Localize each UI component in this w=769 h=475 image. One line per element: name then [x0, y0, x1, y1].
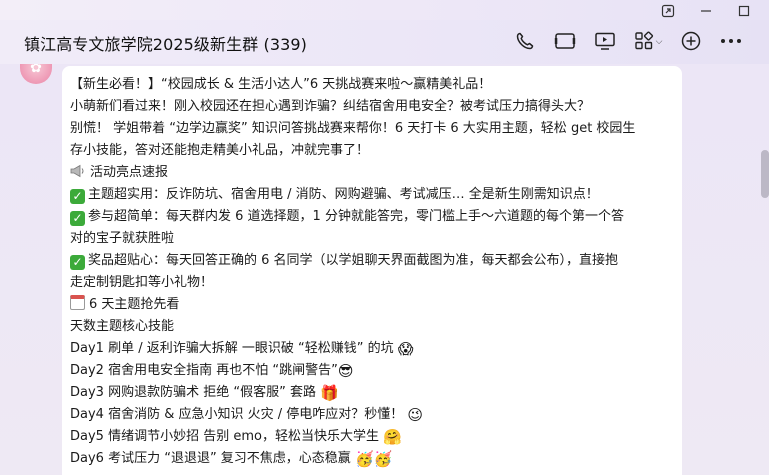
day-item: Day3 网购退款防骗术 拒绝 “假客服” 套路 🎁	[70, 382, 678, 404]
minimize-icon[interactable]	[687, 2, 725, 20]
window-titlebar	[0, 0, 769, 20]
chat-header: 镇江高专文旅学院2025级新生群 (339) ⌵	[0, 20, 769, 64]
highlight-item: ✓ 奖品超贴心：每天回答正确的 6 名同学（以学姐聊天界面截图为准，每天都会公布）…	[70, 250, 678, 272]
highlight-text: 参与超简单：每天群内发 6 道选择题，1 分钟就能答完，零门槛上手～六道题的每个…	[88, 209, 624, 224]
day-text: Day5 情绪调节小妙招 告别 emo，轻松当快乐大学生	[70, 429, 379, 444]
day-item: Day2 宿舍用电安全指南 再也不怕 “跳闸警告”😎	[70, 360, 678, 382]
check-icon: ✓	[70, 255, 85, 270]
day-item: Day6 考试压力 “退退退” 复习不焦虑，心态稳赢 🥳🥳	[70, 448, 678, 470]
add-icon[interactable]	[671, 28, 711, 54]
chat-scrollbar[interactable]	[761, 150, 769, 198]
schedule-subtitle: 天数主题核心技能	[70, 319, 175, 334]
day-item: Day1 刷单 / 返利诈骗大拆解 一眼识破 “轻松赚钱” 的坑 😱	[70, 338, 678, 360]
highlight-text: 奖品超贴心：每天回答正确的 6 名同学（以学姐聊天界面截图为准，每天都会公布），…	[88, 253, 619, 268]
check-icon: ✓	[70, 211, 85, 226]
day-text: Day3 网购退款防骗术 拒绝 “假客服” 套路	[70, 385, 316, 400]
highlight-continuation: 对的宝子就获胜啦	[70, 231, 175, 246]
gift-emoji-icon: 🎁	[320, 384, 339, 402]
day-item: Day5 情绪调节小妙招 告别 emo，轻松当快乐大学生 🤗	[70, 426, 678, 448]
day-item: Day4 宿舍消防 & 应急小知识 火灾 / 停电咋应对？秒懂！ 😉	[70, 404, 678, 426]
video-icon[interactable]	[545, 28, 585, 54]
highlight-item: ✓ 主题超实用：反诈防坑、宿舍用电 / 消防、网购避骗、考试减压… 全是新生刚需知…	[70, 184, 678, 206]
phone-icon[interactable]	[505, 28, 545, 54]
calendar-icon	[70, 295, 85, 310]
highlight-text: 主题超实用：反诈防坑、宿舍用电 / 消防、网购避骗、考试减压… 全是新生刚需知识…	[88, 187, 599, 202]
message-text: 【新生必看！】“校园成长 & 生活小达人”6 天挑战赛来啦～赢精美礼品！ 小萌新…	[70, 74, 678, 470]
window-controls	[649, 2, 763, 20]
chevron-down-icon[interactable]: ⌵	[656, 36, 663, 47]
day-text: Day2 宿舍用电安全指南 再也不怕 “跳闸警告”	[70, 363, 338, 378]
highlight-item: ✓ 参与超简单：每天群内发 6 道选择题，1 分钟就能答完，零门槛上手～六道题的每…	[70, 206, 678, 228]
header-toolbar: ⌵	[505, 28, 751, 54]
party-emoji-icon: 🥳🥳	[354, 450, 393, 468]
highlights-heading: 活动亮点速报	[70, 162, 678, 184]
screen-share-icon[interactable]	[585, 28, 625, 54]
day-text: Day6 考试压力 “退退退” 复习不焦虑，心态稳赢	[70, 451, 351, 466]
highlight-continuation: 走定制钥匙扣等小礼物！	[70, 275, 214, 290]
message-line: 存小技能，答对还能抱走精美小礼品，冲就完事了！	[70, 143, 370, 158]
message-line: 【新生必看！】“校园成长 & 生活小达人”6 天挑战赛来啦～赢精美礼品！	[70, 77, 492, 92]
sender-avatar[interactable]: ✿	[20, 64, 52, 84]
chat-area: ✿ 【新生必看！】“校园成长 & 生活小达人”6 天挑战赛来啦～赢精美礼品！ 小…	[0, 64, 769, 475]
check-icon: ✓	[70, 189, 85, 204]
message-line: 别慌！ 学姐带着 “边学边赢奖” 知识问答挑战赛来帮你！6 天打卡 6 大实用主…	[70, 121, 636, 136]
wink-emoji-icon: 😉	[407, 406, 424, 424]
hug-emoji-icon: 🤗	[383, 428, 402, 446]
sunglasses-emoji-icon: 😎	[337, 362, 354, 380]
more-icon[interactable]	[711, 28, 751, 54]
schedule-heading: 6 天主题抢先看	[70, 294, 678, 316]
maximize-icon[interactable]	[725, 2, 763, 20]
message-bubble[interactable]: 【新生必看！】“校园成长 & 生活小达人”6 天挑战赛来啦～赢精美礼品！ 小萌新…	[62, 66, 682, 475]
scream-emoji-icon: 😱	[397, 340, 414, 358]
schedule-title: 6 天主题抢先看	[89, 297, 180, 312]
apps-grid-icon[interactable]: ⌵	[625, 28, 671, 54]
pin-icon[interactable]	[649, 2, 687, 20]
chat-title[interactable]: 镇江高专文旅学院2025级新生群 (339)	[24, 31, 307, 55]
megaphone-icon	[70, 164, 86, 186]
message-line: 小萌新们看过来！刚入校园还在担心遇到诈骗？纠结宿舍用电安全？被考试压力搞得头大？	[70, 99, 591, 114]
flower-icon: ✿	[30, 64, 42, 75]
day-text: Day1 刷单 / 返利诈骗大拆解 一眼识破 “轻松赚钱” 的坑	[70, 341, 394, 356]
day-text: Day4 宿舍消防 & 应急小知识 火灾 / 停电咋应对？秒懂！	[70, 407, 404, 422]
highlights-title: 活动亮点速报	[90, 165, 169, 180]
